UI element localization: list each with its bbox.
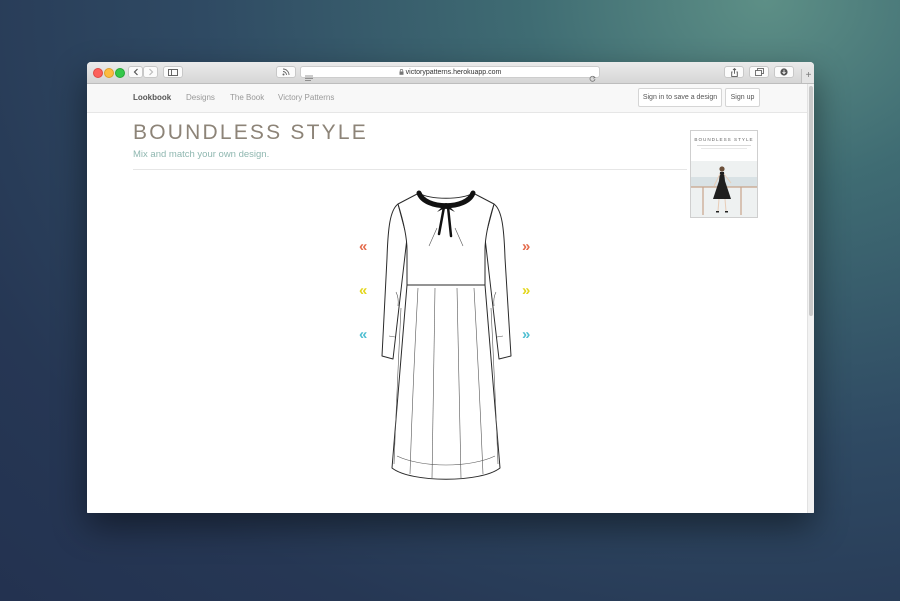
sidebar-toggle-button[interactable] (163, 66, 183, 78)
sign-in-button[interactable]: Sign in to save a design (638, 88, 722, 107)
forward-button[interactable] (143, 66, 158, 78)
share-icon (730, 67, 738, 77)
page-scrollbar[interactable] (807, 84, 814, 513)
nav-link-designs[interactable]: Designs (186, 93, 215, 102)
close-window-button[interactable] (93, 68, 103, 78)
zoom-window-button[interactable] (115, 68, 125, 78)
page-title: BOUNDLESS STYLE (133, 121, 368, 144)
nav-link-the-book[interactable]: The Book (230, 93, 264, 102)
page-subtitle: Mix and match your own design. (133, 149, 270, 160)
lock-icon (399, 69, 404, 75)
site-navbar: Lookbook Designs The Book Victory Patter… (87, 84, 807, 113)
url-display: victorypatterns.herokuapp.com (301, 67, 599, 78)
book-cover-photo (691, 145, 757, 217)
bodice-prev-arrow[interactable]: « (359, 239, 367, 254)
downloads-button[interactable] (774, 66, 794, 78)
browser-window: victorypatterns.herokuapp.com + Lookbook… (87, 62, 814, 513)
new-tab-button[interactable]: + (801, 69, 814, 83)
chevron-left-icon (133, 68, 138, 76)
nav-link-lookbook[interactable]: Lookbook (133, 93, 171, 102)
skirt-next-arrow[interactable]: » (522, 327, 530, 342)
page-content: Lookbook Designs The Book Victory Patter… (87, 84, 807, 513)
address-bar[interactable]: victorypatterns.herokuapp.com (300, 66, 600, 82)
browser-toolbar: victorypatterns.herokuapp.com + (87, 62, 814, 84)
book-cover[interactable]: BOUNDLESS STYLE (690, 130, 758, 218)
rss-button[interactable] (276, 66, 296, 78)
sleeve-next-arrow[interactable]: » (522, 283, 530, 298)
bodice-next-arrow[interactable]: » (522, 239, 530, 254)
title-divider (133, 169, 687, 170)
nav-link-victory-patterns[interactable]: Victory Patterns (278, 93, 334, 102)
sidebar-icon (168, 68, 178, 76)
url-text: victorypatterns.herokuapp.com (405, 69, 502, 76)
rss-icon (282, 68, 290, 76)
skirt-prev-arrow[interactable]: « (359, 327, 367, 342)
chevron-right-icon (148, 68, 153, 76)
share-button[interactable] (724, 66, 744, 78)
tabs-icon (754, 68, 764, 76)
scrollbar-thumb[interactable] (809, 86, 813, 316)
back-button[interactable] (128, 66, 143, 78)
dress-sketch (381, 190, 512, 480)
tabs-overview-button[interactable] (749, 66, 769, 78)
sleeve-prev-arrow[interactable]: « (359, 283, 367, 298)
download-icon (780, 68, 788, 76)
minimize-window-button[interactable] (104, 68, 114, 78)
sign-up-button[interactable]: Sign up (725, 88, 760, 107)
